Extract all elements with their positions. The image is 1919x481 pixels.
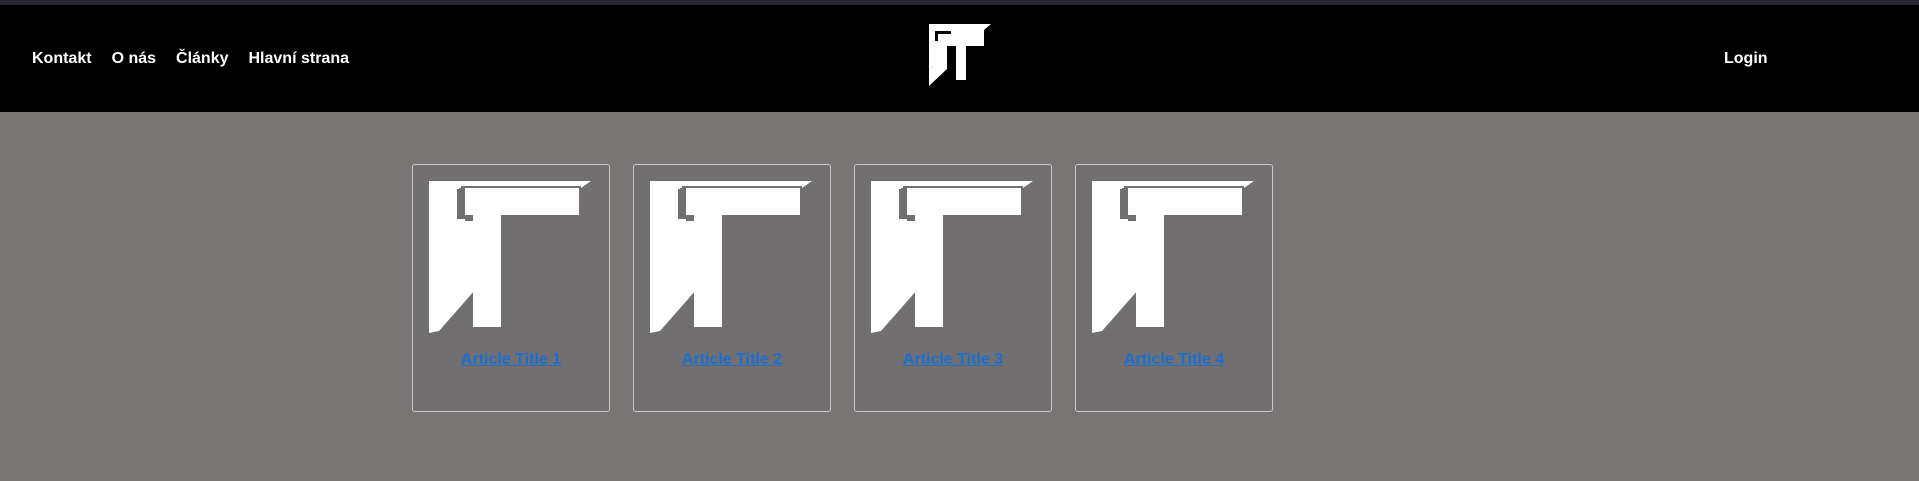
t-logo-icon[interactable]	[929, 24, 991, 86]
nav-link-kontakt[interactable]: Kontakt	[32, 50, 92, 68]
nav-link-clanky[interactable]: Články	[176, 50, 228, 68]
article-card[interactable]: Article Title 2	[633, 164, 831, 412]
nav-link-hlavni-strana[interactable]: Hlavní strana	[249, 50, 349, 68]
article-title-link[interactable]: Article Title 1	[413, 351, 609, 369]
t-logo-icon	[1092, 181, 1254, 333]
navbar: Kontakt O nás Články Hlavní strana Login	[0, 5, 1919, 112]
article-title-link[interactable]: Article Title 4	[1076, 351, 1272, 369]
nav-links: Kontakt O nás Články Hlavní strana	[32, 5, 349, 112]
t-logo-icon	[429, 181, 591, 333]
article-card[interactable]: Article Title 1	[412, 164, 610, 412]
article-grid: Article Title 1 Article Title 2 Article …	[412, 164, 1273, 412]
article-card[interactable]: Article Title 3	[854, 164, 1052, 412]
login-link[interactable]: Login	[1724, 5, 1768, 112]
nav-link-o-nas[interactable]: O nás	[112, 50, 156, 68]
article-card[interactable]: Article Title 4	[1075, 164, 1273, 412]
t-logo-icon	[871, 181, 1033, 333]
article-title-link[interactable]: Article Title 2	[634, 351, 830, 369]
article-title-link[interactable]: Article Title 3	[855, 351, 1051, 369]
t-logo-icon	[650, 181, 812, 333]
